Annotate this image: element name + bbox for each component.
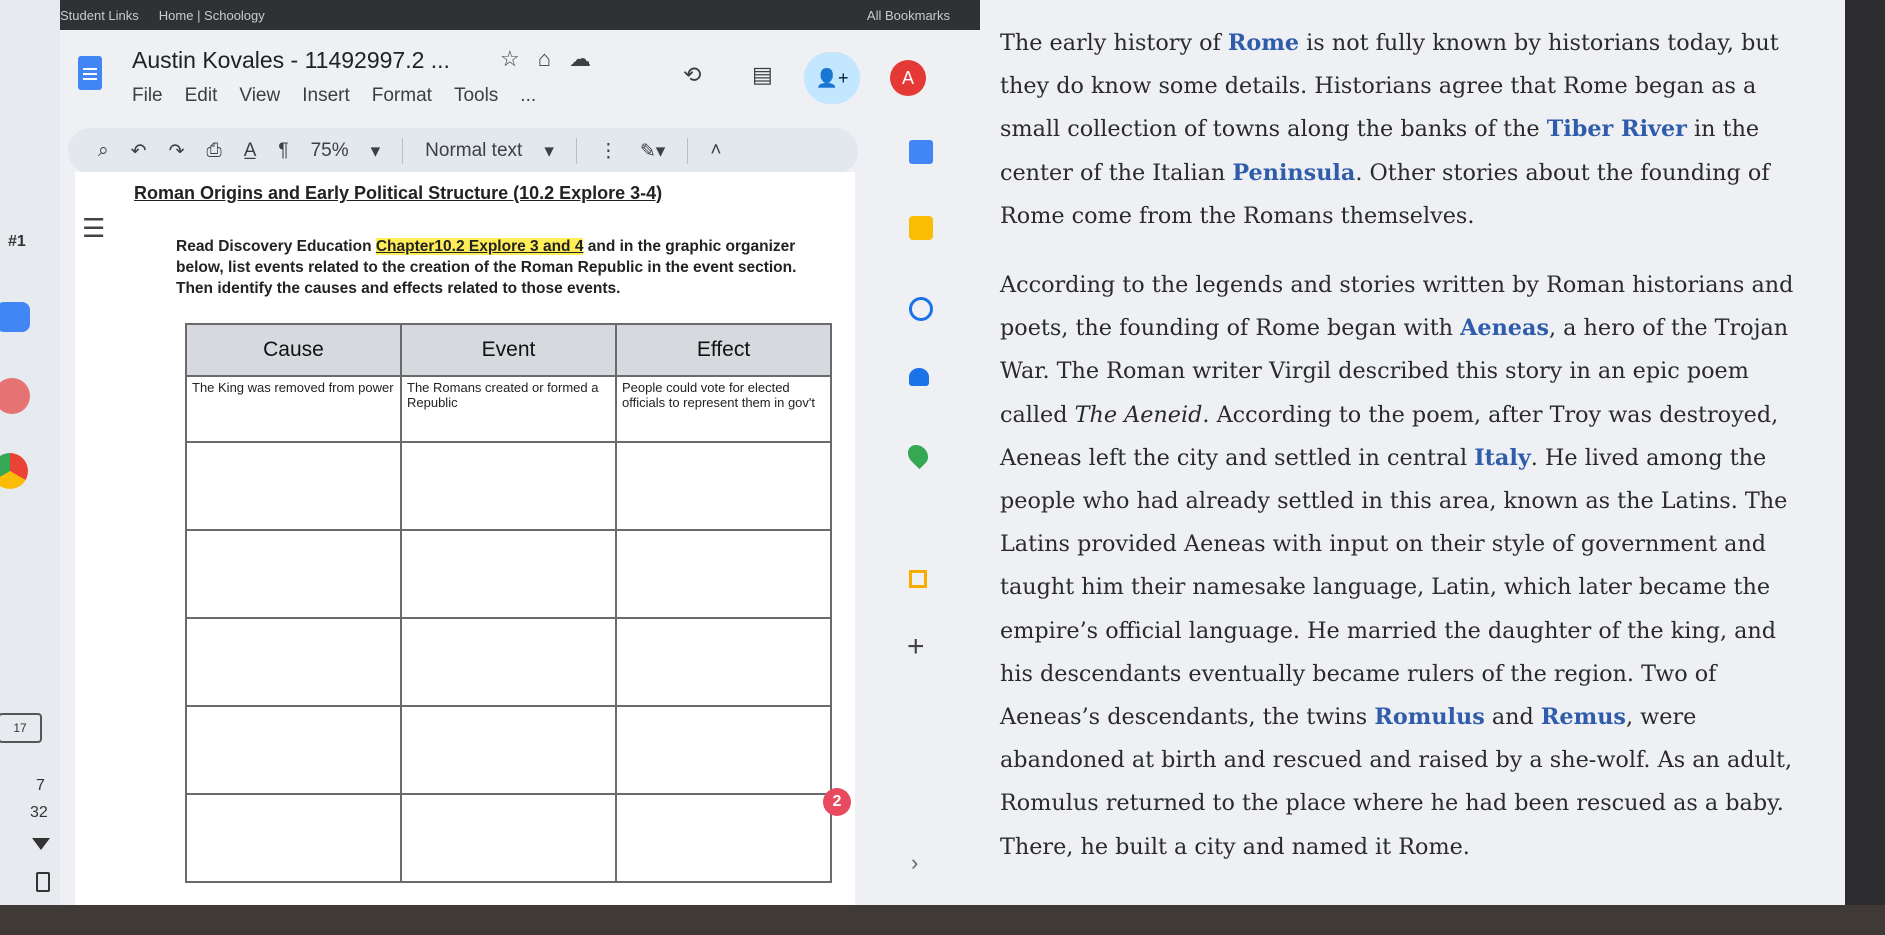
addon-icon[interactable]: [909, 570, 927, 588]
zoom-select[interactable]: 75%: [311, 140, 349, 162]
maps-icon[interactable]: [903, 440, 933, 470]
highlighted-term: Romulus: [1374, 704, 1485, 731]
header-event[interactable]: Event: [400, 323, 617, 377]
effect-cell[interactable]: [615, 441, 832, 531]
menu-format[interactable]: Format: [372, 85, 432, 107]
event-cell[interactable]: [400, 617, 617, 707]
comment-count-badge[interactable]: 2: [823, 788, 851, 816]
screen-bezel-bottom: [0, 905, 1885, 935]
redo-icon[interactable]: ↷: [169, 140, 185, 163]
highlighted-term: Rome: [1227, 30, 1300, 56]
docs-logo-icon[interactable]: [78, 56, 102, 90]
table-row: [185, 705, 832, 795]
table-row: [185, 441, 832, 531]
reading-passage: The early history of Rome is not fully k…: [1000, 22, 1800, 895]
spellcheck-icon[interactable]: A̲: [244, 140, 257, 162]
paint-format-icon[interactable]: ¶: [278, 140, 288, 162]
event-cell[interactable]: [400, 793, 617, 883]
table-row: The King was removed from power The Roma…: [185, 375, 832, 443]
cloud-status-icon[interactable]: ☁: [569, 46, 591, 72]
table-row: [185, 793, 832, 883]
effect-cell[interactable]: [615, 617, 832, 707]
google-docs-window: Austin Kovales - 11492997.2 ... ☆ ⌂ ☁ Fi…: [0, 0, 1000, 905]
passage-text: and: [1484, 704, 1541, 731]
highlighted-term: Tiber River: [1546, 116, 1687, 143]
paragraph-style-select[interactable]: Normal text: [425, 140, 522, 162]
avatar[interactable]: A: [890, 60, 926, 96]
share-button[interactable]: 👤+: [804, 52, 860, 104]
effect-cell[interactable]: [615, 793, 832, 883]
document-title[interactable]: Austin Kovales - 11492997.2 ...: [132, 47, 450, 74]
effect-cell[interactable]: [615, 705, 832, 795]
side-panel-rail: + ›: [895, 140, 945, 900]
menu-edit[interactable]: Edit: [185, 85, 218, 107]
highlighted-term: Remus: [1540, 704, 1626, 731]
event-cell[interactable]: [400, 441, 617, 531]
table-row: [185, 617, 832, 707]
search-menus-icon[interactable]: ⌕: [98, 140, 109, 162]
menu-file[interactable]: File: [132, 85, 163, 107]
effect-cell[interactable]: People could vote for elected officials …: [615, 375, 832, 443]
contacts-icon[interactable]: [909, 368, 929, 386]
menu-more[interactable]: ...: [520, 85, 536, 107]
version-history-icon[interactable]: ⟲: [683, 62, 701, 88]
header-cause[interactable]: Cause: [185, 323, 402, 377]
comments-icon[interactable]: ▤: [752, 62, 773, 88]
cause-cell[interactable]: [185, 705, 402, 795]
get-addons-icon[interactable]: +: [907, 630, 925, 664]
screen-bezel-right: [1845, 0, 1885, 905]
collapse-menus-icon[interactable]: ˄: [710, 140, 721, 162]
more-options-icon[interactable]: ⋮: [599, 140, 618, 163]
editing-mode-icon[interactable]: ✎▾: [640, 140, 665, 163]
header-effect[interactable]: Effect: [615, 323, 832, 377]
cause-cell[interactable]: [185, 441, 402, 531]
undo-icon[interactable]: ↶: [131, 140, 147, 163]
reading-paragraph-2: According to the legends and stories wri…: [1000, 264, 1800, 869]
print-icon[interactable]: ⎙: [206, 140, 221, 162]
toolbar-divider: [575, 138, 577, 164]
document-outline-icon[interactable]: ☰: [82, 213, 105, 244]
style-dropdown-icon[interactable]: ▾: [544, 140, 554, 163]
document-heading: Roman Origins and Early Political Struct…: [134, 183, 663, 203]
event-cell[interactable]: The Romans created or formed a Republic: [400, 375, 617, 443]
menu-view[interactable]: View: [239, 85, 280, 107]
question-number: #1: [8, 233, 26, 250]
chapter-link[interactable]: Chapter10.2 Explore 3 and 4: [375, 238, 584, 255]
highlighted-term: Peninsula: [1232, 159, 1356, 186]
hide-side-panel-icon[interactable]: ›: [911, 850, 918, 876]
highlighted-term: Italy: [1474, 444, 1531, 471]
toolbar-divider: [402, 138, 404, 164]
title-actions: ☆ ⌂ ☁: [500, 46, 591, 72]
tasks-icon[interactable]: [909, 297, 933, 321]
highlighted-term: Aeneas: [1460, 315, 1549, 342]
graphic-organizer-table: Cause Event Effect The King was removed …: [185, 323, 832, 883]
keep-icon[interactable]: [909, 216, 933, 240]
menu-tools[interactable]: Tools: [454, 85, 498, 107]
cause-cell[interactable]: The King was removed from power: [185, 375, 402, 443]
event-cell[interactable]: [400, 529, 617, 619]
cause-cell[interactable]: [185, 793, 402, 883]
cause-cell[interactable]: [185, 529, 402, 619]
move-to-drive-icon[interactable]: ⌂: [538, 46, 551, 72]
book-title: The Aeneid: [1074, 401, 1203, 428]
instructions-text: Read Discovery Education Chapter10.2 Exp…: [176, 236, 816, 299]
passage-text: . He lived among the people who had alre…: [1000, 444, 1788, 731]
toolbar: ⌕ ↶ ↷ ⎙ A̲ ¶ 75% ▾ Normal text ▾ ⋮ ✎▾ ˄: [68, 128, 858, 174]
instructions-before: Read Discovery Education: [176, 238, 376, 255]
star-icon[interactable]: ☆: [500, 46, 520, 72]
reading-paragraph-1: The early history of Rome is not fully k…: [1000, 22, 1800, 238]
add-person-icon: 👤+: [815, 67, 849, 88]
cause-cell[interactable]: [185, 617, 402, 707]
event-cell[interactable]: [400, 705, 617, 795]
effect-cell[interactable]: [615, 529, 832, 619]
calendar-app-icon[interactable]: [909, 140, 933, 164]
screen: Student Links Home | Schoology All Bookm…: [0, 0, 1845, 905]
menu-bar: File Edit View Insert Format Tools ...: [132, 85, 536, 107]
zoom-dropdown-icon[interactable]: ▾: [371, 140, 381, 163]
toolbar-divider: [687, 138, 689, 164]
passage-text: The early history of: [1000, 30, 1228, 56]
table-row: [185, 529, 832, 619]
menu-insert[interactable]: Insert: [302, 85, 350, 107]
